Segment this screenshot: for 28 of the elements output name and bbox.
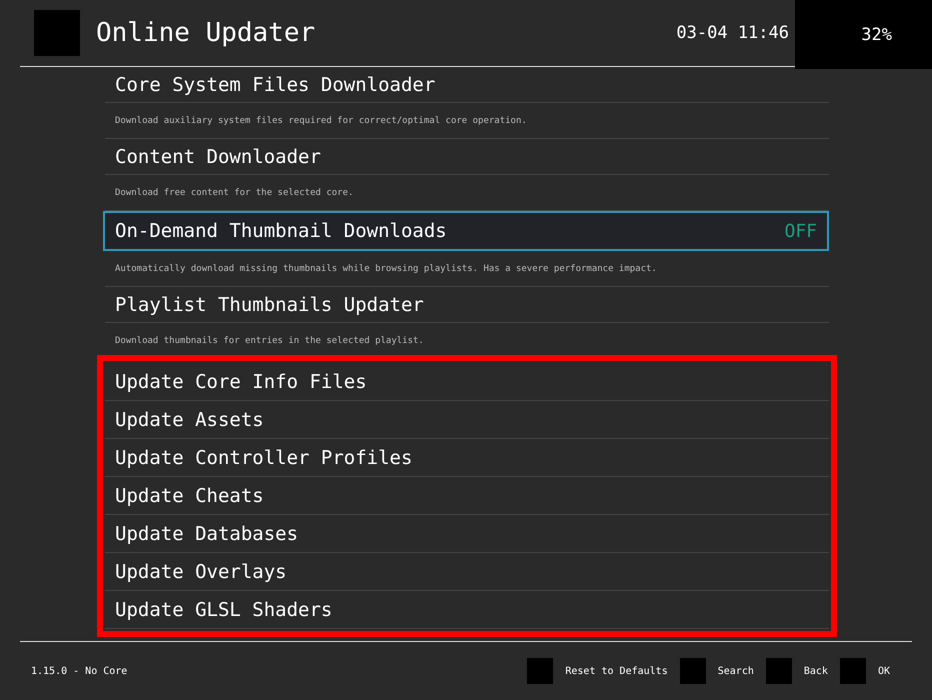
menu-entry[interactable]: On-Demand Thumbnail Downloads OFF xyxy=(103,211,829,251)
menu-entry[interactable]: Update Controller Profiles xyxy=(105,439,829,477)
action-hint[interactable]: Search xyxy=(718,666,754,676)
button-placeholder-icon xyxy=(840,658,866,684)
clock: 03-04 11:46 xyxy=(676,23,789,43)
page-title: Online Updater xyxy=(96,18,316,48)
menu-entry[interactable]: Playlist Thumbnails Updater xyxy=(105,287,829,323)
entry-description: Download thumbnails for entries in the selected playlist. xyxy=(105,323,829,359)
menu-entry[interactable]: Update Databases xyxy=(105,515,829,553)
menu-entry[interactable]: Update GLSL Shaders xyxy=(105,591,829,629)
battery-level: 32% xyxy=(861,24,892,44)
menu-entry[interactable]: Update Assets xyxy=(105,401,829,439)
toggle-value: OFF xyxy=(784,220,817,242)
action-hint[interactable]: Reset to Defaults xyxy=(565,666,668,676)
button-placeholder-icon xyxy=(527,658,554,684)
logo-placeholder-icon xyxy=(34,10,80,56)
menu-entry[interactable]: Update Cheats xyxy=(105,477,829,515)
action-hint[interactable]: Back xyxy=(804,666,828,676)
menu-entry[interactable]: Core System Files Downloader xyxy=(105,67,829,103)
menu-entry[interactable]: Content Downloader xyxy=(105,139,829,175)
button-placeholder-icon xyxy=(766,658,792,684)
entry-description: Download auxiliary system files required for correct/optimal core operation. xyxy=(105,103,829,139)
version-text: 1.15.0 - No Core xyxy=(31,666,128,676)
action-hint[interactable]: OK xyxy=(878,666,890,676)
menu-entry[interactable]: Update Core Info Files xyxy=(105,363,829,401)
button-placeholder-icon xyxy=(680,658,706,684)
entry-description: Automatically download missing thumbnails while browsing playlists. Has a severe performance impact. xyxy=(105,251,829,287)
menu-entry[interactable]: Update Overlays xyxy=(105,553,829,591)
